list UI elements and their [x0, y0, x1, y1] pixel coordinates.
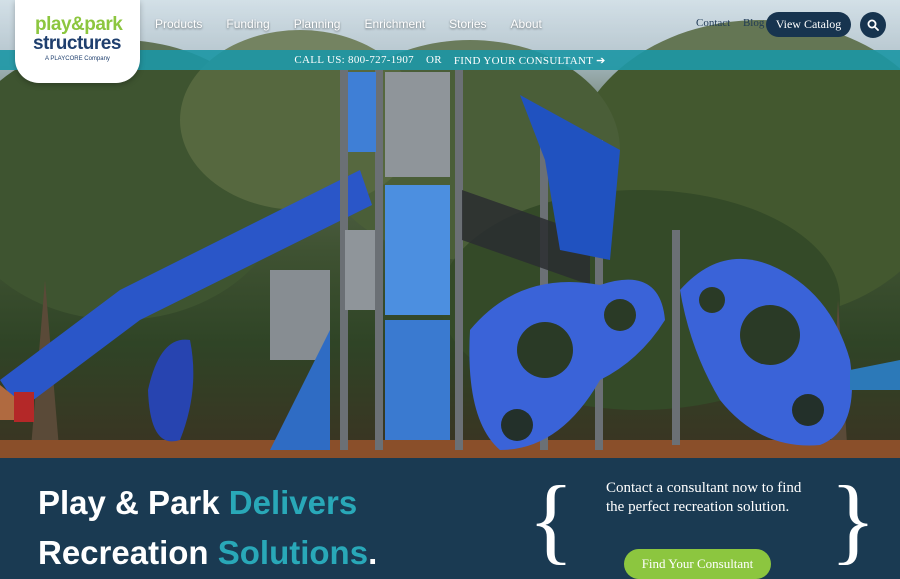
find-your-consultant-button[interactable]: Find Your Consultant — [624, 549, 771, 579]
site-logo[interactable]: play&park structures A PLAYCORE Company — [15, 0, 140, 83]
logo-tagline: A PLAYCORE Company — [45, 56, 110, 62]
phone-number[interactable]: CALL US: 800-727-1907 — [294, 54, 414, 66]
left-brace-decoration: { — [528, 466, 575, 573]
nav-item-products[interactable]: Products — [155, 17, 202, 31]
blog-link[interactable]: Blog — [743, 17, 764, 29]
search-icon — [867, 19, 879, 31]
right-brace-decoration: } — [830, 466, 877, 573]
headline-accent1: Delivers — [228, 484, 358, 521]
view-catalog-button[interactable]: View Catalog — [766, 12, 851, 37]
callbar-or: OR — [425, 54, 442, 66]
headline-end: . — [368, 534, 378, 571]
nav-item-planning[interactable]: Planning — [294, 17, 341, 31]
find-consultant-link[interactable]: FIND YOUR CONSULTANT ➔ — [454, 54, 606, 67]
headline-part1: Play & Park — [38, 484, 229, 521]
search-button[interactable] — [860, 12, 886, 38]
main-nav: Products Funding Planning Enrichment Sto… — [155, 17, 566, 31]
nav-item-about[interactable]: About — [511, 17, 542, 31]
headline-accent2: Solutions — [217, 534, 369, 571]
contact-link[interactable]: Contact — [696, 17, 730, 29]
headline-part2: Recreation — [38, 534, 218, 571]
contact-prompt: Contact a consultant now to find the per… — [606, 480, 802, 515]
nav-item-stories[interactable]: Stories — [449, 17, 486, 31]
nav-item-funding[interactable]: Funding — [226, 17, 269, 31]
logo-text-bottom: structures — [33, 33, 121, 54]
utility-links: Contact Blog — [696, 17, 774, 29]
hero-headline: Play & Park Delivers Recreation Solution… — [38, 478, 518, 578]
nav-item-enrichment[interactable]: Enrichment — [364, 17, 425, 31]
